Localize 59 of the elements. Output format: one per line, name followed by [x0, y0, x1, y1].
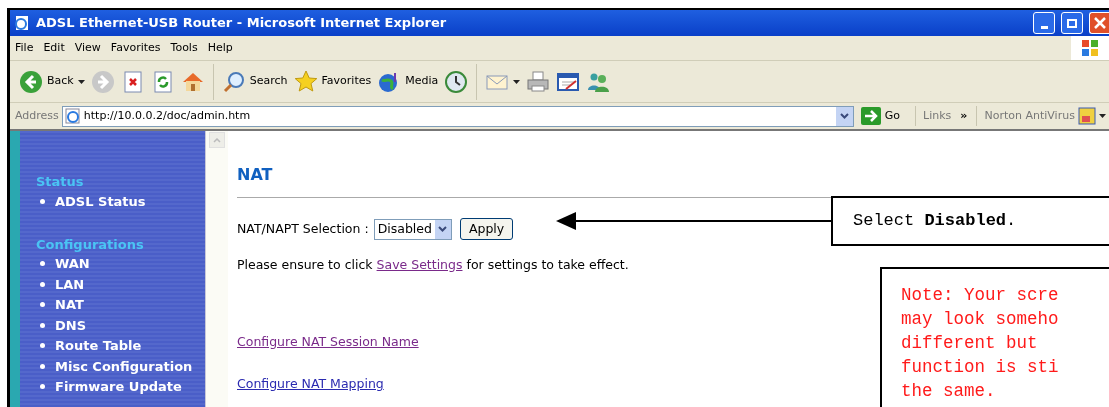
- bullet-icon: [40, 343, 45, 349]
- links-label[interactable]: Links: [919, 107, 952, 125]
- config-link[interactable]: Configure NAT Mapping: [237, 375, 384, 391]
- window-title: ADSL Ethernet-USB Router - Microsoft Internet Explorer: [36, 14, 447, 33]
- sidebar-link[interactable]: Misc Configuration: [55, 356, 193, 376]
- caret-icon[interactable]: [1098, 114, 1106, 118]
- bullet-icon: [40, 363, 45, 369]
- chevron-icon[interactable]: »: [954, 107, 968, 125]
- printer-icon[interactable]: [526, 69, 551, 94]
- sidebar-link[interactable]: LAN: [55, 274, 85, 294]
- bullet-icon: [40, 261, 45, 267]
- bullet-icon: [40, 281, 45, 287]
- caret-icon[interactable]: [513, 79, 521, 84]
- windows-flag-icon: [1081, 39, 1099, 57]
- sidebar-link[interactable]: WAN: [55, 254, 90, 274]
- sidebar-heading: Configurations: [36, 235, 145, 254]
- sidebar-link[interactable]: ADSL Status: [55, 191, 146, 211]
- bullet-icon: [40, 322, 45, 328]
- restore-button[interactable]: [1061, 12, 1083, 34]
- sidebar-heading: Status: [36, 173, 85, 191]
- clock-icon[interactable]: [444, 69, 469, 94]
- sidebar-link[interactable]: Firmware Update: [55, 377, 182, 397]
- star-icon[interactable]: [293, 69, 318, 94]
- browser-page-icon: [14, 15, 30, 31]
- toolbar-label[interactable]: Search: [249, 73, 288, 90]
- page-globe-icon: [64, 108, 81, 124]
- close-icon[interactable]: [1093, 17, 1106, 29]
- toolbar-label[interactable]: Back: [47, 73, 74, 90]
- note-callout: Note: Your scre may look someho different but function is sti the same.: [880, 267, 1109, 407]
- menu-item[interactable]: Tools: [165, 39, 203, 57]
- menu-item[interactable]: Help: [202, 39, 238, 57]
- sidebar-link[interactable]: Route Table: [55, 336, 142, 356]
- save-settings-link[interactable]: Save Settings: [376, 257, 463, 272]
- menu-item[interactable]: Edit: [38, 39, 70, 57]
- instruction-callout: Select Disabled.: [831, 196, 1109, 246]
- menu-item[interactable]: File: [10, 39, 39, 57]
- address-label: Address: [15, 107, 59, 124]
- caret-icon[interactable]: [77, 79, 85, 84]
- norton-toolbar-label[interactable]: Norton AntiVirus: [980, 107, 1075, 125]
- toolbar-label[interactable]: Favorites: [321, 73, 372, 90]
- minimize-button[interactable]: [1033, 12, 1055, 34]
- selection-label: NAT/NAPT Selection :: [237, 219, 369, 238]
- bullet-icon: [40, 384, 45, 390]
- address-field[interactable]: http://10.0.0.2/doc/admin.htm: [61, 105, 854, 127]
- menu-item[interactable]: View: [69, 39, 106, 57]
- sidebar-link[interactable]: NAT: [55, 295, 84, 315]
- nat-select[interactable]: Disabled: [373, 218, 452, 240]
- search-icon[interactable]: [221, 69, 246, 94]
- toolbar-label[interactable]: Media: [405, 73, 439, 90]
- close-button[interactable]: [1089, 12, 1109, 34]
- apply-button[interactable]: Apply: [459, 218, 514, 240]
- go-button[interactable]: Go: [856, 107, 905, 125]
- config-link[interactable]: Configure NAT Session Name: [237, 333, 419, 349]
- notice-text: Please ensure to click Save Settings for settings to take effect.: [237, 256, 630, 274]
- bullet-icon: [40, 198, 45, 204]
- page-heading: NAT: [237, 165, 274, 185]
- sidebar-link[interactable]: DNS: [55, 315, 87, 335]
- bullet-icon: [40, 302, 45, 308]
- menu-item[interactable]: Favorites: [105, 39, 166, 57]
